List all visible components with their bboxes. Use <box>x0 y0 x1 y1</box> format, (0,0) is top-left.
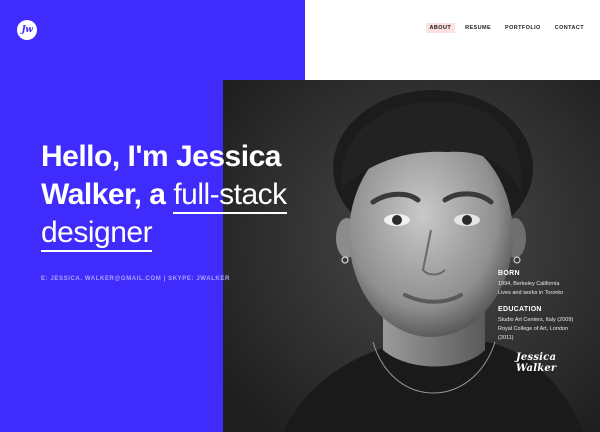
nav-resume[interactable]: RESUME <box>461 23 495 33</box>
born-line-2: Lives and works in Toronto <box>498 290 564 296</box>
contact-line[interactable]: E: JESSICA. WALKER@GMAIL.COM | SKYPE: JW… <box>41 276 230 282</box>
bio-block: BORN 1994, Berkeley California Lives and… <box>498 270 598 343</box>
born-heading: BORN <box>498 270 520 277</box>
logo-text: Jw <box>21 25 33 35</box>
portrait-photo <box>223 80 600 432</box>
education-line-2: Royal College of Art, London <box>498 326 569 332</box>
main-nav: ABOUT RESUME PORTFOLIO CONTACT <box>425 23 588 33</box>
signature: Jessica Walker <box>516 352 557 374</box>
nav-portfolio[interactable]: PORTFOLIO <box>501 23 545 33</box>
education-line-3: (2011) <box>498 335 514 341</box>
nav-contact[interactable]: CONTACT <box>551 23 588 33</box>
portrait-photo-panel <box>223 80 600 432</box>
hero-headline: Hello, I'm Jessica Walker, a full-stack … <box>41 138 341 252</box>
nav-about[interactable]: ABOUT <box>425 23 456 33</box>
education-heading: EDUCATION <box>498 306 542 313</box>
logo[interactable]: Jw <box>17 20 37 40</box>
education-line-1: Studio Art Centers, Italy (2009) <box>498 317 574 323</box>
born-line-1: 1994, Berkeley California <box>498 281 560 287</box>
